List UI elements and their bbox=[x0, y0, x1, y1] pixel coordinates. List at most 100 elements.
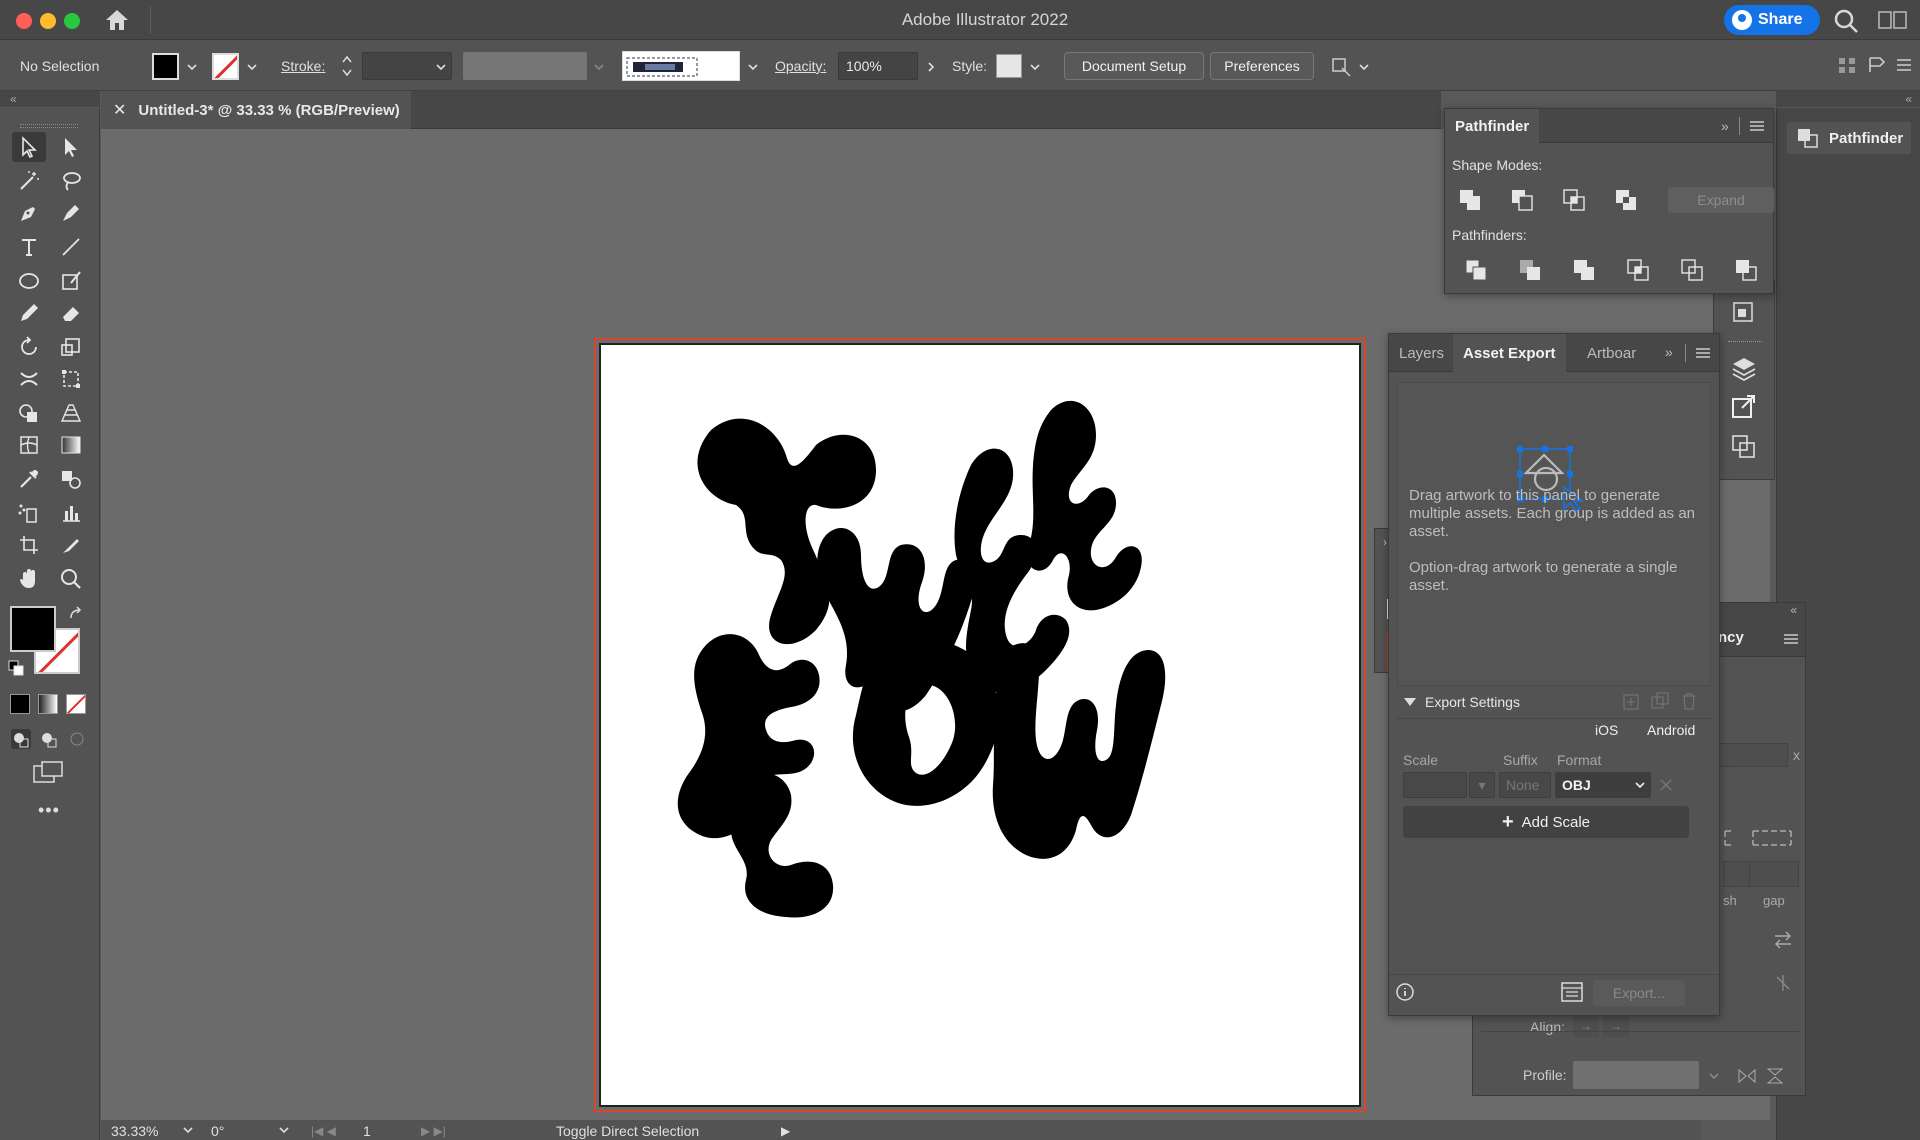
menu-icon[interactable] bbox=[1783, 633, 1799, 645]
fill-color-box[interactable] bbox=[10, 606, 56, 652]
export-settings-toggle[interactable]: Export Settings bbox=[1403, 694, 1520, 710]
variable-width-profile[interactable] bbox=[463, 52, 587, 80]
shape-builder-tool-icon[interactable] bbox=[12, 398, 46, 428]
duplicate-icon[interactable] bbox=[1651, 692, 1669, 710]
panel-grip[interactable] bbox=[1728, 341, 1762, 342]
selection-tool-icon[interactable] bbox=[12, 132, 46, 162]
collapse-panel-icon[interactable]: » bbox=[1721, 118, 1729, 134]
brush-definition-preview[interactable] bbox=[622, 51, 740, 81]
eyedropper-tool-icon[interactable] bbox=[12, 464, 46, 494]
chevron-down-icon[interactable] bbox=[1707, 1069, 1721, 1083]
chevron-down-icon[interactable] bbox=[1357, 60, 1371, 74]
chevron-down-icon[interactable] bbox=[1028, 60, 1042, 74]
info-icon[interactable] bbox=[1395, 982, 1415, 1002]
free-transform-tool-icon[interactable] bbox=[54, 364, 88, 394]
transform-panel-icon[interactable] bbox=[1730, 433, 1758, 461]
minus-front-icon[interactable] bbox=[1509, 187, 1535, 213]
warp-tool-icon[interactable] bbox=[12, 364, 46, 394]
unite-icon[interactable] bbox=[1457, 187, 1483, 213]
rotate-tool-icon[interactable] bbox=[12, 332, 46, 362]
pen-tool-icon[interactable] bbox=[12, 198, 46, 228]
scale-input[interactable] bbox=[1403, 772, 1467, 798]
stroke-color-swatch[interactable] bbox=[212, 53, 239, 80]
more-tools-icon[interactable]: ••• bbox=[38, 800, 60, 821]
artboards-panel-icon[interactable] bbox=[1730, 299, 1758, 327]
document-tab[interactable]: ✕ Untitled-3* @ 33.33 % (RGB/Preview) bbox=[101, 91, 411, 129]
default-colors-icon[interactable] bbox=[8, 660, 24, 676]
chevron-down-icon[interactable] bbox=[181, 1123, 195, 1137]
draw-normal-icon[interactable] bbox=[10, 728, 32, 750]
column-graph-tool-icon[interactable] bbox=[54, 498, 88, 528]
artboard-number[interactable]: 1 bbox=[363, 1121, 371, 1140]
dock-collapse[interactable]: « bbox=[1776, 91, 1920, 107]
android-preset[interactable]: Android bbox=[1647, 722, 1695, 738]
artboard-nav-first-prev[interactable]: |◀ ◀ bbox=[311, 1121, 336, 1140]
intersect-icon[interactable] bbox=[1561, 187, 1587, 213]
lasso-tool-icon[interactable] bbox=[54, 166, 88, 196]
arrange-documents-icon[interactable] bbox=[1876, 9, 1912, 31]
crop-icon[interactable] bbox=[1625, 257, 1651, 283]
blend-tool-icon[interactable] bbox=[54, 464, 88, 494]
magic-wand-tool-icon[interactable] bbox=[12, 166, 46, 196]
eraser-tool-icon[interactable] bbox=[54, 298, 88, 328]
none-mode-icon[interactable] bbox=[66, 694, 86, 714]
dash-align-icon[interactable] bbox=[1723, 827, 1793, 849]
zoom-level[interactable]: 33.33% bbox=[111, 1121, 158, 1140]
minus-back-icon[interactable] bbox=[1733, 257, 1759, 283]
scale-dropdown[interactable]: ▾ bbox=[1469, 772, 1495, 798]
expand-button[interactable]: Expand bbox=[1668, 187, 1774, 213]
add-icon[interactable] bbox=[1623, 694, 1639, 710]
fill-color-swatch[interactable] bbox=[152, 53, 179, 80]
color-mode-icon[interactable] bbox=[10, 694, 30, 714]
add-scale-button[interactable]: + Add Scale bbox=[1403, 806, 1689, 838]
artboard-tool-icon[interactable] bbox=[12, 530, 46, 560]
toolbar-collapse[interactable]: « bbox=[0, 91, 100, 107]
outline-icon[interactable] bbox=[1679, 257, 1705, 283]
exclude-icon[interactable] bbox=[1613, 187, 1639, 213]
divide-icon[interactable] bbox=[1463, 257, 1489, 283]
flip-across-icon[interactable] bbox=[1765, 1067, 1785, 1085]
profile-select[interactable] bbox=[1573, 1061, 1699, 1089]
menu-icon[interactable] bbox=[1893, 54, 1915, 76]
paintbrush-tool-icon[interactable] bbox=[54, 266, 88, 296]
the-flow-lettering[interactable] bbox=[601, 345, 1361, 1107]
line-segment-tool-icon[interactable] bbox=[54, 232, 88, 262]
symbol-sprayer-tool-icon[interactable] bbox=[12, 498, 46, 528]
draw-behind-icon[interactable] bbox=[38, 728, 60, 750]
swap-fill-stroke-icon[interactable] bbox=[68, 606, 84, 622]
transform-icon[interactable] bbox=[1328, 54, 1352, 78]
rotation-value[interactable]: 0° bbox=[211, 1121, 224, 1140]
chevron-down-icon[interactable] bbox=[245, 60, 259, 74]
panel-tab-fragment[interactable]: ncy bbox=[1718, 629, 1744, 646]
flip-icon[interactable] bbox=[1773, 973, 1793, 993]
menu-icon[interactable] bbox=[1749, 120, 1765, 132]
swap-arrows-icon[interactable] bbox=[1773, 931, 1793, 949]
chevron-down-icon[interactable] bbox=[592, 60, 606, 74]
draw-inside-icon[interactable] bbox=[66, 728, 88, 750]
panel-options-icon[interactable] bbox=[1866, 54, 1888, 76]
search-icon[interactable] bbox=[1833, 8, 1859, 34]
mesh-tool-icon[interactable] bbox=[12, 430, 46, 460]
ellipse-tool-icon[interactable] bbox=[12, 266, 46, 296]
chevron-down-icon[interactable] bbox=[434, 60, 448, 74]
opacity-input[interactable]: 100% bbox=[838, 52, 918, 80]
pathfinder-dock-tab[interactable]: Pathfinder bbox=[1787, 122, 1911, 154]
curvature-tool-icon[interactable] bbox=[54, 198, 88, 228]
scale-tool-icon[interactable] bbox=[54, 332, 88, 362]
chevron-down-icon[interactable] bbox=[185, 60, 199, 74]
ios-preset[interactable]: iOS bbox=[1595, 722, 1618, 738]
document-setup-button[interactable]: Document Setup bbox=[1064, 52, 1204, 80]
layers-panel-icon[interactable] bbox=[1730, 355, 1758, 383]
tab-artboards[interactable]: Artboar bbox=[1577, 334, 1647, 372]
artboard-nav-next-last[interactable]: ▶ ▶| bbox=[421, 1121, 446, 1140]
tab-pathfinder[interactable]: Pathfinder bbox=[1445, 109, 1540, 143]
direct-selection-tool-icon[interactable] bbox=[54, 132, 88, 162]
panel-grip[interactable] bbox=[20, 124, 78, 128]
merge-icon[interactable] bbox=[1571, 257, 1597, 283]
trim-icon[interactable] bbox=[1517, 257, 1543, 283]
collapse-panel-icon[interactable]: » bbox=[1665, 344, 1673, 360]
zoom-tool-icon[interactable] bbox=[54, 564, 88, 594]
chevron-down-icon[interactable] bbox=[746, 60, 760, 74]
export-button[interactable]: Export... bbox=[1593, 980, 1685, 1006]
perspective-grid-tool-icon[interactable] bbox=[54, 398, 88, 428]
